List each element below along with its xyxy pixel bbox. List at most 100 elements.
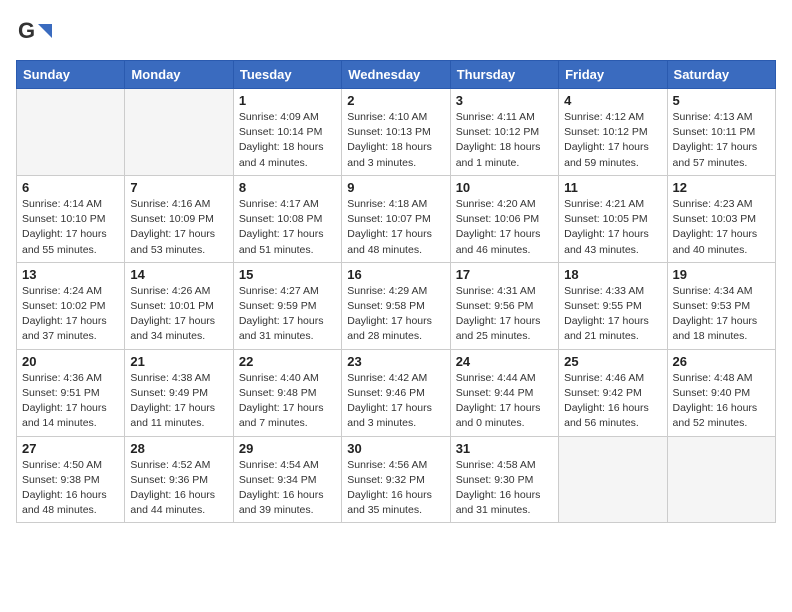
day-info: Sunrise: 4:10 AM Sunset: 10:13 PM Daylig…: [347, 110, 444, 171]
day-info: Sunrise: 4:42 AM Sunset: 9:46 PM Dayligh…: [347, 371, 444, 432]
calendar-week-1: 1 Sunrise: 4:09 AM Sunset: 10:14 PM Dayli…: [17, 89, 776, 176]
day-number: 30: [347, 441, 444, 456]
day-info: Sunrise: 4:09 AM Sunset: 10:14 PM Daylig…: [239, 110, 336, 171]
day-number: 21: [130, 354, 227, 369]
day-number: 18: [564, 267, 661, 282]
day-info: Sunrise: 4:20 AM Sunset: 10:06 PM Daylig…: [456, 197, 553, 258]
day-number: 20: [22, 354, 119, 369]
day-info: Sunrise: 4:14 AM Sunset: 10:10 PM Daylig…: [22, 197, 119, 258]
day-number: 19: [673, 267, 770, 282]
day-number: 22: [239, 354, 336, 369]
day-number: 14: [130, 267, 227, 282]
day-info: Sunrise: 4:21 AM Sunset: 10:05 PM Daylig…: [564, 197, 661, 258]
calendar-day-6: 6 Sunrise: 4:14 AM Sunset: 10:10 PM Dayli…: [17, 175, 125, 262]
calendar-day-empty: [125, 89, 233, 176]
day-info: Sunrise: 4:46 AM Sunset: 9:42 PM Dayligh…: [564, 371, 661, 432]
day-number: 27: [22, 441, 119, 456]
calendar-day-11: 11Sunrise: 4:21 AM Sunset: 10:05 PM Dayl…: [559, 175, 667, 262]
weekday-header-sunday: Sunday: [17, 61, 125, 89]
day-info: Sunrise: 4:56 AM Sunset: 9:32 PM Dayligh…: [347, 458, 444, 519]
day-info: Sunrise: 4:26 AM Sunset: 10:01 PM Daylig…: [130, 284, 227, 345]
day-number: 15: [239, 267, 336, 282]
weekday-header-tuesday: Tuesday: [233, 61, 341, 89]
calendar-day-empty: [667, 436, 775, 523]
calendar-day-19: 19 Sunrise: 4:34 AM Sunset: 9:53 PM Dayli…: [667, 262, 775, 349]
day-number: 10: [456, 180, 553, 195]
day-info: Sunrise: 4:29 AM Sunset: 9:58 PM Dayligh…: [347, 284, 444, 345]
calendar-week-5: 27 Sunrise: 4:50 AM Sunset: 9:38 PM Dayli…: [17, 436, 776, 523]
calendar-day-4: 4Sunrise: 4:12 AM Sunset: 10:12 PM Dayli…: [559, 89, 667, 176]
day-info: Sunrise: 4:31 AM Sunset: 9:56 PM Dayligh…: [456, 284, 553, 345]
weekday-header-saturday: Saturday: [667, 61, 775, 89]
day-info: Sunrise: 4:40 AM Sunset: 9:48 PM Dayligh…: [239, 371, 336, 432]
calendar-day-13: 13 Sunrise: 4:24 AM Sunset: 10:02 PM Dayl…: [17, 262, 125, 349]
calendar-day-17: 17Sunrise: 4:31 AM Sunset: 9:56 PM Dayli…: [450, 262, 558, 349]
calendar-day-28: 28 Sunrise: 4:52 AM Sunset: 9:36 PM Dayli…: [125, 436, 233, 523]
day-info: Sunrise: 4:44 AM Sunset: 9:44 PM Dayligh…: [456, 371, 553, 432]
calendar-day-20: 20 Sunrise: 4:36 AM Sunset: 9:51 PM Dayli…: [17, 349, 125, 436]
weekday-header-friday: Friday: [559, 61, 667, 89]
calendar-day-22: 22 Sunrise: 4:40 AM Sunset: 9:48 PM Dayli…: [233, 349, 341, 436]
day-number: 26: [673, 354, 770, 369]
day-info: Sunrise: 4:48 AM Sunset: 9:40 PM Dayligh…: [673, 371, 770, 432]
day-number: 7: [130, 180, 227, 195]
calendar-day-26: 26 Sunrise: 4:48 AM Sunset: 9:40 PM Dayli…: [667, 349, 775, 436]
calendar-day-10: 10 Sunrise: 4:20 AM Sunset: 10:06 PM Dayl…: [450, 175, 558, 262]
calendar-day-5: 5 Sunrise: 4:13 AM Sunset: 10:11 PM Dayli…: [667, 89, 775, 176]
day-info: Sunrise: 4:13 AM Sunset: 10:11 PM Daylig…: [673, 110, 770, 171]
calendar-day-30: 30 Sunrise: 4:56 AM Sunset: 9:32 PM Dayli…: [342, 436, 450, 523]
day-number: 6: [22, 180, 119, 195]
calendar-day-empty: [17, 89, 125, 176]
day-info: Sunrise: 4:52 AM Sunset: 9:36 PM Dayligh…: [130, 458, 227, 519]
calendar-day-21: 21 Sunrise: 4:38 AM Sunset: 9:49 PM Dayli…: [125, 349, 233, 436]
calendar-day-24: 24 Sunrise: 4:44 AM Sunset: 9:44 PM Dayli…: [450, 349, 558, 436]
weekday-header-monday: Monday: [125, 61, 233, 89]
calendar-day-empty: [559, 436, 667, 523]
day-number: 3: [456, 93, 553, 108]
day-info: Sunrise: 4:58 AM Sunset: 9:30 PM Dayligh…: [456, 458, 553, 519]
calendar-day-12: 12Sunrise: 4:23 AM Sunset: 10:03 PM Dayl…: [667, 175, 775, 262]
weekday-header-thursday: Thursday: [450, 61, 558, 89]
day-info: Sunrise: 4:11 AM Sunset: 10:12 PM Daylig…: [456, 110, 553, 171]
day-number: 1: [239, 93, 336, 108]
calendar-day-23: 23 Sunrise: 4:42 AM Sunset: 9:46 PM Dayli…: [342, 349, 450, 436]
day-info: Sunrise: 4:36 AM Sunset: 9:51 PM Dayligh…: [22, 371, 119, 432]
calendar-week-4: 20 Sunrise: 4:36 AM Sunset: 9:51 PM Dayli…: [17, 349, 776, 436]
day-info: Sunrise: 4:16 AM Sunset: 10:09 PM Daylig…: [130, 197, 227, 258]
day-number: 13: [22, 267, 119, 282]
day-info: Sunrise: 4:34 AM Sunset: 9:53 PM Dayligh…: [673, 284, 770, 345]
day-info: Sunrise: 4:24 AM Sunset: 10:02 PM Daylig…: [22, 284, 119, 345]
calendar-week-2: 6 Sunrise: 4:14 AM Sunset: 10:10 PM Dayli…: [17, 175, 776, 262]
day-info: Sunrise: 4:50 AM Sunset: 9:38 PM Dayligh…: [22, 458, 119, 519]
calendar: SundayMondayTuesdayWednesdayThursdayFrid…: [16, 60, 776, 523]
day-number: 8: [239, 180, 336, 195]
day-info: Sunrise: 4:33 AM Sunset: 9:55 PM Dayligh…: [564, 284, 661, 345]
calendar-day-9: 9 Sunrise: 4:18 AM Sunset: 10:07 PM Dayli…: [342, 175, 450, 262]
svg-text:G: G: [18, 18, 35, 43]
day-number: 29: [239, 441, 336, 456]
weekday-header-row: SundayMondayTuesdayWednesdayThursdayFrid…: [17, 61, 776, 89]
day-info: Sunrise: 4:54 AM Sunset: 9:34 PM Dayligh…: [239, 458, 336, 519]
calendar-day-2: 2Sunrise: 4:10 AM Sunset: 10:13 PM Dayli…: [342, 89, 450, 176]
calendar-day-7: 7 Sunrise: 4:16 AM Sunset: 10:09 PM Dayli…: [125, 175, 233, 262]
day-number: 25: [564, 354, 661, 369]
day-number: 28: [130, 441, 227, 456]
day-number: 23: [347, 354, 444, 369]
day-number: 9: [347, 180, 444, 195]
day-info: Sunrise: 4:17 AM Sunset: 10:08 PM Daylig…: [239, 197, 336, 258]
logo-icon: G: [16, 16, 52, 52]
calendar-day-1: 1 Sunrise: 4:09 AM Sunset: 10:14 PM Dayli…: [233, 89, 341, 176]
day-number: 5: [673, 93, 770, 108]
header: G: [16, 16, 776, 52]
calendar-day-31: 31 Sunrise: 4:58 AM Sunset: 9:30 PM Dayli…: [450, 436, 558, 523]
day-number: 12: [673, 180, 770, 195]
calendar-day-18: 18 Sunrise: 4:33 AM Sunset: 9:55 PM Dayli…: [559, 262, 667, 349]
day-info: Sunrise: 4:18 AM Sunset: 10:07 PM Daylig…: [347, 197, 444, 258]
calendar-day-16: 16 Sunrise: 4:29 AM Sunset: 9:58 PM Dayli…: [342, 262, 450, 349]
day-number: 24: [456, 354, 553, 369]
day-info: Sunrise: 4:38 AM Sunset: 9:49 PM Dayligh…: [130, 371, 227, 432]
day-number: 16: [347, 267, 444, 282]
calendar-week-3: 13 Sunrise: 4:24 AM Sunset: 10:02 PM Dayl…: [17, 262, 776, 349]
day-info: Sunrise: 4:12 AM Sunset: 10:12 PM Daylig…: [564, 110, 661, 171]
day-number: 31: [456, 441, 553, 456]
